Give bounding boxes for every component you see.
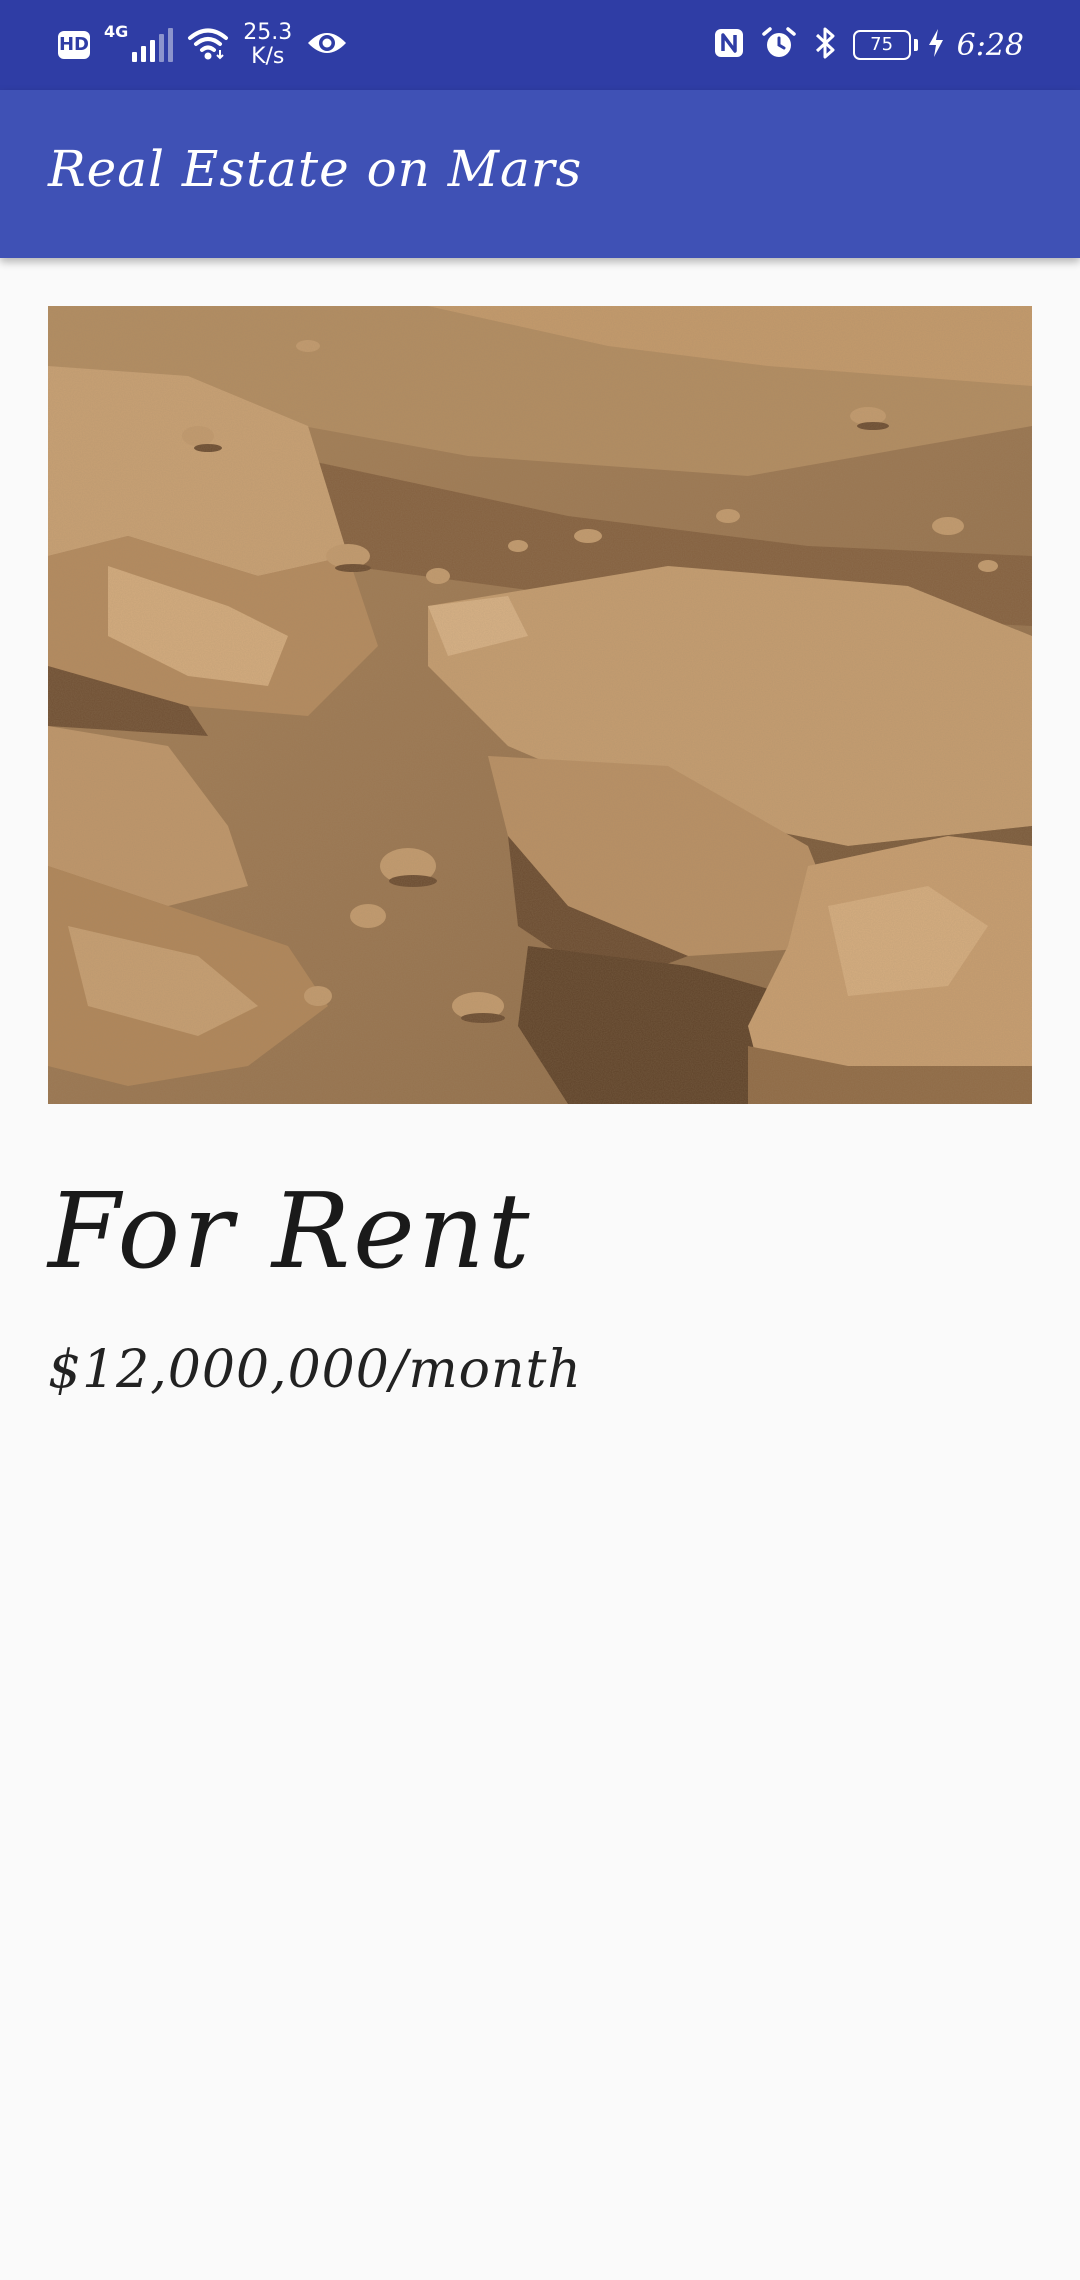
status-bar: HD 4G 25.3 K/s 75 6:28 [0, 0, 1080, 90]
app-bar: Real Estate on Mars [0, 90, 1080, 258]
app-title: Real Estate on Mars [48, 140, 583, 198]
hd-icon: HD [58, 31, 90, 59]
nfc-icon [713, 27, 745, 63]
battery-icon: 75 [852, 30, 918, 60]
signal-icon [132, 28, 174, 62]
network-speed-unit: K/s [251, 44, 285, 69]
network-speed-value: 25.3 [243, 20, 293, 45]
status-right-group: 75 6:28 [713, 18, 1024, 72]
listing-type: For Rent [48, 1170, 533, 1292]
listing-price: $12,000,000/month [48, 1340, 582, 1400]
battery-level: 75 [870, 34, 894, 55]
charging-icon [927, 28, 945, 62]
alarm-icon [761, 26, 797, 64]
status-time: 6:28 [956, 27, 1024, 63]
bluetooth-icon [813, 25, 837, 65]
network-type-label: 4G [104, 21, 129, 41]
property-photo[interactable] [48, 306, 1032, 1104]
eye-icon [306, 29, 348, 61]
network-speed: 25.3 K/s [243, 21, 292, 69]
status-left-group: HD 4G 25.3 K/s [58, 18, 348, 72]
wifi-icon [187, 26, 229, 64]
